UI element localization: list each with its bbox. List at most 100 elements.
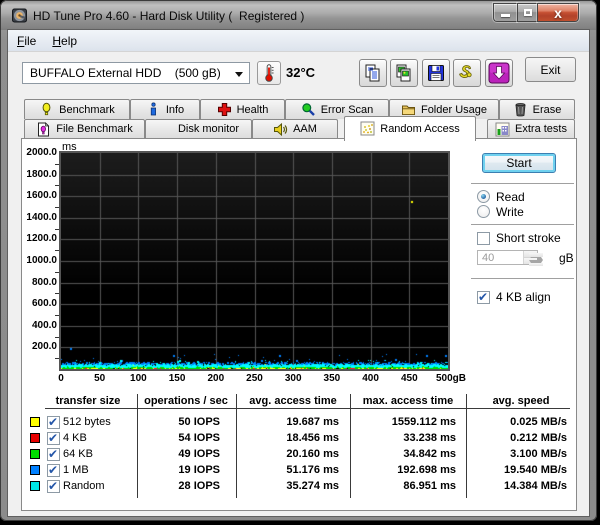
table-header: avg. speed: [466, 395, 576, 407]
tab-disk-monitor[interactable]: Disk monitor: [145, 119, 252, 138]
tab-benchmark[interactable]: Benchmark: [24, 99, 130, 119]
transfer-size-label: 4 KB: [63, 432, 87, 444]
x-tick-label: 350: [322, 373, 342, 384]
table-cell: 18.456 ms: [219, 432, 339, 444]
table-header: avg. access time: [238, 395, 348, 407]
table-cell: 49 IOPS: [100, 448, 220, 460]
transfer-size-label: Random: [63, 480, 105, 492]
tab-extra-tests[interactable]: Extra tests: [487, 119, 575, 138]
row-checkbox[interactable]: [47, 416, 60, 429]
start-button[interactable]: Start: [482, 153, 556, 173]
row-checkbox[interactable]: [47, 480, 60, 493]
read-radio[interactable]: [477, 190, 490, 203]
scatter-canvas: [61, 153, 448, 369]
row-checkbox[interactable]: [47, 464, 60, 477]
table-header: max. access time: [353, 395, 463, 407]
series-color-swatch: [30, 449, 40, 459]
x-tick-label: 100: [128, 373, 148, 384]
scatter-icon: [360, 121, 375, 136]
read-label: Read: [496, 190, 525, 204]
table-header: transfer size: [33, 395, 143, 407]
table-header: operations / sec: [131, 395, 241, 407]
copy-text-button[interactable]: [359, 59, 387, 87]
copy-image-button[interactable]: [390, 59, 418, 87]
app-icon: [12, 8, 27, 23]
minimize-button[interactable]: [493, 3, 517, 22]
maximize-button[interactable]: [517, 3, 537, 22]
x-tick-label: 0: [51, 373, 71, 384]
y-tick-label: 400.0: [13, 320, 57, 331]
extra-chart-icon: [495, 122, 510, 137]
table-cell: 28 IOPS: [100, 480, 220, 492]
file-bulb-icon: [36, 122, 51, 137]
y-tick-label: 1600.0: [13, 190, 57, 201]
spinner-down-button[interactable]: [523, 258, 537, 265]
download-button[interactable]: [485, 59, 513, 87]
align-checkbox[interactable]: [477, 291, 490, 304]
tab-label: Erase: [533, 104, 562, 116]
table-cell: 51.176 ms: [219, 464, 339, 476]
folder-icon: [401, 102, 416, 117]
copy-text-icon: [363, 63, 383, 83]
tab-random-access[interactable]: Random Access: [344, 116, 476, 141]
drive-select-value: BUFFALO External HDD (500 gB): [23, 66, 221, 80]
series-color-swatch: [30, 417, 40, 427]
tab-label: Random Access: [380, 123, 459, 135]
menu-file[interactable]: File: [10, 31, 43, 51]
y-tick-label: 200.0: [13, 341, 57, 352]
table-cell: 19 IOPS: [100, 464, 220, 476]
tab-label: Error Scan: [321, 104, 374, 116]
tab-info[interactable]: Info: [130, 99, 200, 119]
table-cell: 3.100 MB/s: [447, 448, 567, 460]
info-icon: [146, 102, 161, 117]
health-cross-icon: [217, 102, 232, 117]
y-tick-label: 1200.0: [13, 233, 57, 244]
table-cell: 86.951 ms: [336, 480, 456, 492]
temperature-value: 32°C: [286, 65, 315, 80]
table-cell: 20.160 ms: [219, 448, 339, 460]
separator: [471, 278, 574, 279]
close-button[interactable]: x: [537, 3, 579, 22]
magnifier-icon: [301, 102, 316, 117]
table-cell: 19.540 MB/s: [447, 464, 567, 476]
capture-button[interactable]: [453, 59, 481, 87]
short-stroke-checkbox[interactable]: [477, 232, 490, 245]
menu-bar: FileHelp: [8, 30, 589, 52]
window-title: HD Tune Pro 4.60 - Hard Disk Utility ( R…: [33, 9, 304, 23]
copy-image-icon: [394, 63, 414, 83]
client-area: FileHelp BUFFALO External HDD (500 gB) 3…: [8, 30, 589, 516]
tab-label: File Benchmark: [56, 123, 132, 135]
exit-label: Exit: [540, 63, 560, 77]
separator: [471, 183, 574, 184]
table-cell: 33.238 ms: [336, 432, 456, 444]
separator: [471, 224, 574, 225]
series-color-swatch: [30, 433, 40, 443]
save-button[interactable]: [422, 59, 450, 87]
table-cell: 19.687 ms: [219, 416, 339, 428]
chart-plot-area: [59, 151, 450, 371]
row-checkbox[interactable]: [47, 432, 60, 445]
title-bar: HD Tune Pro 4.60 - Hard Disk Utility ( R…: [1, 1, 596, 30]
save-icon: [426, 63, 446, 83]
tab-aam[interactable]: AAM: [252, 119, 338, 138]
write-label: Write: [496, 205, 524, 219]
capture-icon: [457, 63, 477, 83]
y-tick-label: 1000.0: [13, 255, 57, 266]
tab-health[interactable]: Health: [200, 99, 285, 119]
write-radio[interactable]: [477, 205, 490, 218]
temperature-button[interactable]: [257, 61, 281, 85]
tab-label: Benchmark: [59, 104, 115, 116]
row-checkbox[interactable]: [47, 448, 60, 461]
tab-file-benchmark[interactable]: File Benchmark: [24, 119, 145, 138]
header-underline: [45, 408, 570, 409]
table-cell: 14.384 MB/s: [447, 480, 567, 492]
tab-erase[interactable]: Erase: [499, 99, 575, 119]
y-tick-label: 800.0: [13, 277, 57, 288]
minimize-icon: [501, 14, 510, 17]
table-cell: 192.698 ms: [336, 464, 456, 476]
drive-select-dropdown[interactable]: BUFFALO External HDD (500 gB): [22, 62, 250, 84]
menu-help[interactable]: Help: [45, 31, 84, 51]
close-icon: x: [554, 6, 562, 20]
exit-button[interactable]: Exit: [525, 57, 576, 82]
stroke-size-spinner[interactable]: 40: [477, 250, 538, 265]
